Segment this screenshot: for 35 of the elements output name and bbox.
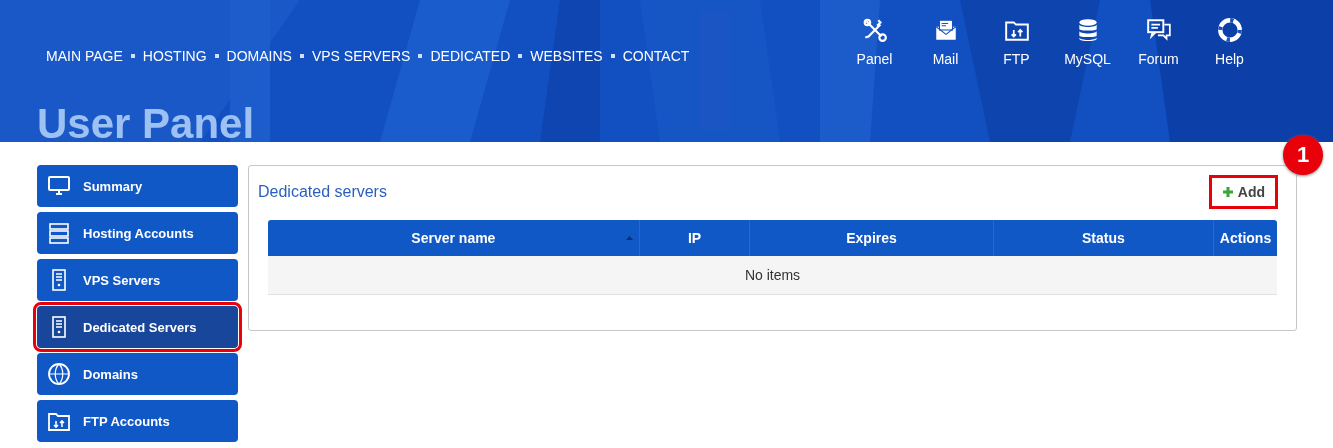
sidebar-item[interactable]: FTP Accounts xyxy=(37,400,238,442)
add-button[interactable]: Add xyxy=(1211,178,1275,206)
nav-link[interactable]: VPS SERVERS xyxy=(311,48,411,64)
sidebar-item[interactable]: Summary xyxy=(37,165,238,207)
sidebar-item[interactable]: Hosting Accounts xyxy=(37,212,238,254)
sidebar-item[interactable]: Domains xyxy=(37,353,238,395)
step-badge: 1 xyxy=(1283,135,1323,175)
plus-icon xyxy=(1221,186,1234,198)
empty-message: No items xyxy=(268,256,1277,295)
toolbar-link[interactable]: MySQL xyxy=(1052,17,1123,67)
wrench-screwdriver-icon xyxy=(861,17,888,43)
column-header[interactable]: IP xyxy=(639,220,750,256)
column-header[interactable]: Expires xyxy=(749,220,994,256)
monitor-icon xyxy=(47,174,71,198)
chat-bubbles-icon xyxy=(1145,17,1172,43)
nav-link[interactable]: MAIN PAGE xyxy=(46,48,123,64)
lifebuoy-icon xyxy=(1216,17,1243,43)
nav-link[interactable]: DOMAINS xyxy=(226,48,292,64)
nav-link[interactable]: DEDICATED xyxy=(430,48,511,64)
nav-link[interactable]: HOSTING xyxy=(142,48,207,64)
toolbar-link[interactable]: FTP xyxy=(981,17,1052,67)
nav-link[interactable]: WEBSITES xyxy=(530,48,603,64)
panel-title: Dedicated servers xyxy=(258,183,387,201)
column-header[interactable]: Actions xyxy=(1213,220,1277,256)
server-rack-icon xyxy=(47,221,71,245)
sidebar-item[interactable]: VPS Servers xyxy=(37,259,238,301)
toolbar-link[interactable]: Help xyxy=(1194,17,1265,67)
toolbar-link[interactable]: Panel xyxy=(839,17,910,67)
column-header[interactable]: Status xyxy=(993,220,1214,256)
globe-icon xyxy=(47,362,71,386)
toolbar-link[interactable]: Forum xyxy=(1123,17,1194,67)
column-header[interactable]: Server name xyxy=(268,220,640,256)
nav-link[interactable]: CONTACT xyxy=(622,48,690,64)
page-title: User Panel xyxy=(37,100,255,148)
toolbar-link[interactable]: Mail xyxy=(910,17,981,67)
